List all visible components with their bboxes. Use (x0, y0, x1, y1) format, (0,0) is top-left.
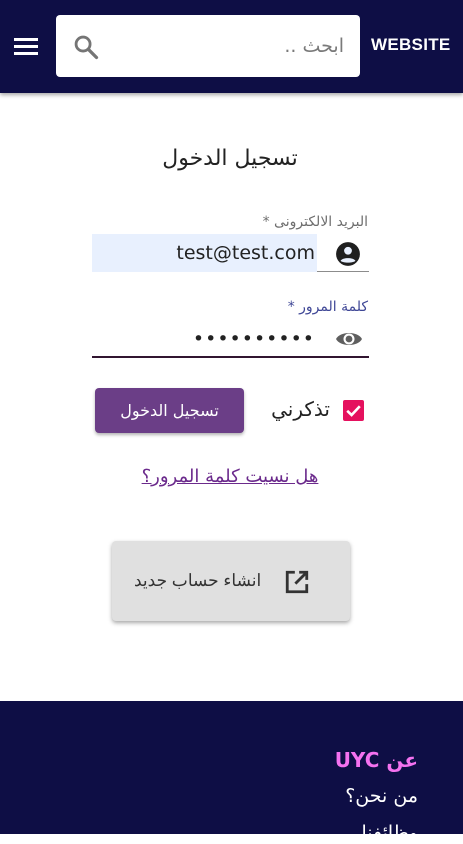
account-circle-icon (336, 242, 360, 266)
remember-me-label[interactable]: تذكرني (256, 397, 330, 421)
footer-link-about[interactable]: من نحن؟ (345, 785, 418, 807)
menu-icon[interactable] (14, 38, 38, 56)
brand-logo[interactable]: WEBSITE (371, 35, 451, 55)
forgot-password-link[interactable]: هل نسيت كلمة المرور؟ (120, 466, 340, 487)
login-button[interactable]: تسجيل الدخول (95, 388, 244, 433)
password-field-label: كلمة المرور * (287, 299, 368, 315)
open-in-new-icon (285, 570, 309, 594)
eye-icon[interactable] (335, 328, 363, 350)
top-app-bar: WEBSITE (0, 0, 463, 93)
remember-checkbox[interactable] (343, 400, 364, 421)
email-field (92, 234, 369, 272)
email-field-label: البريد الالكترونى * (262, 214, 368, 230)
login-title: تسجيل الدخول (162, 146, 298, 171)
footer: عن UYC من نحن؟ وظائفنا (0, 701, 463, 844)
checkbox-checked-icon (346, 405, 361, 417)
footer-heading: عن UYC (334, 748, 418, 772)
email-input[interactable] (92, 234, 317, 272)
password-field (92, 322, 369, 358)
create-account-label: انشاء حساب جديد (134, 571, 262, 590)
search-icon[interactable] (72, 33, 100, 61)
search-box[interactable] (56, 15, 360, 77)
search-input[interactable] (112, 15, 344, 77)
footer-link-jobs[interactable]: وظائفنا (361, 822, 418, 844)
password-input[interactable] (92, 322, 317, 356)
create-account-button[interactable]: انشاء حساب جديد (112, 541, 350, 621)
